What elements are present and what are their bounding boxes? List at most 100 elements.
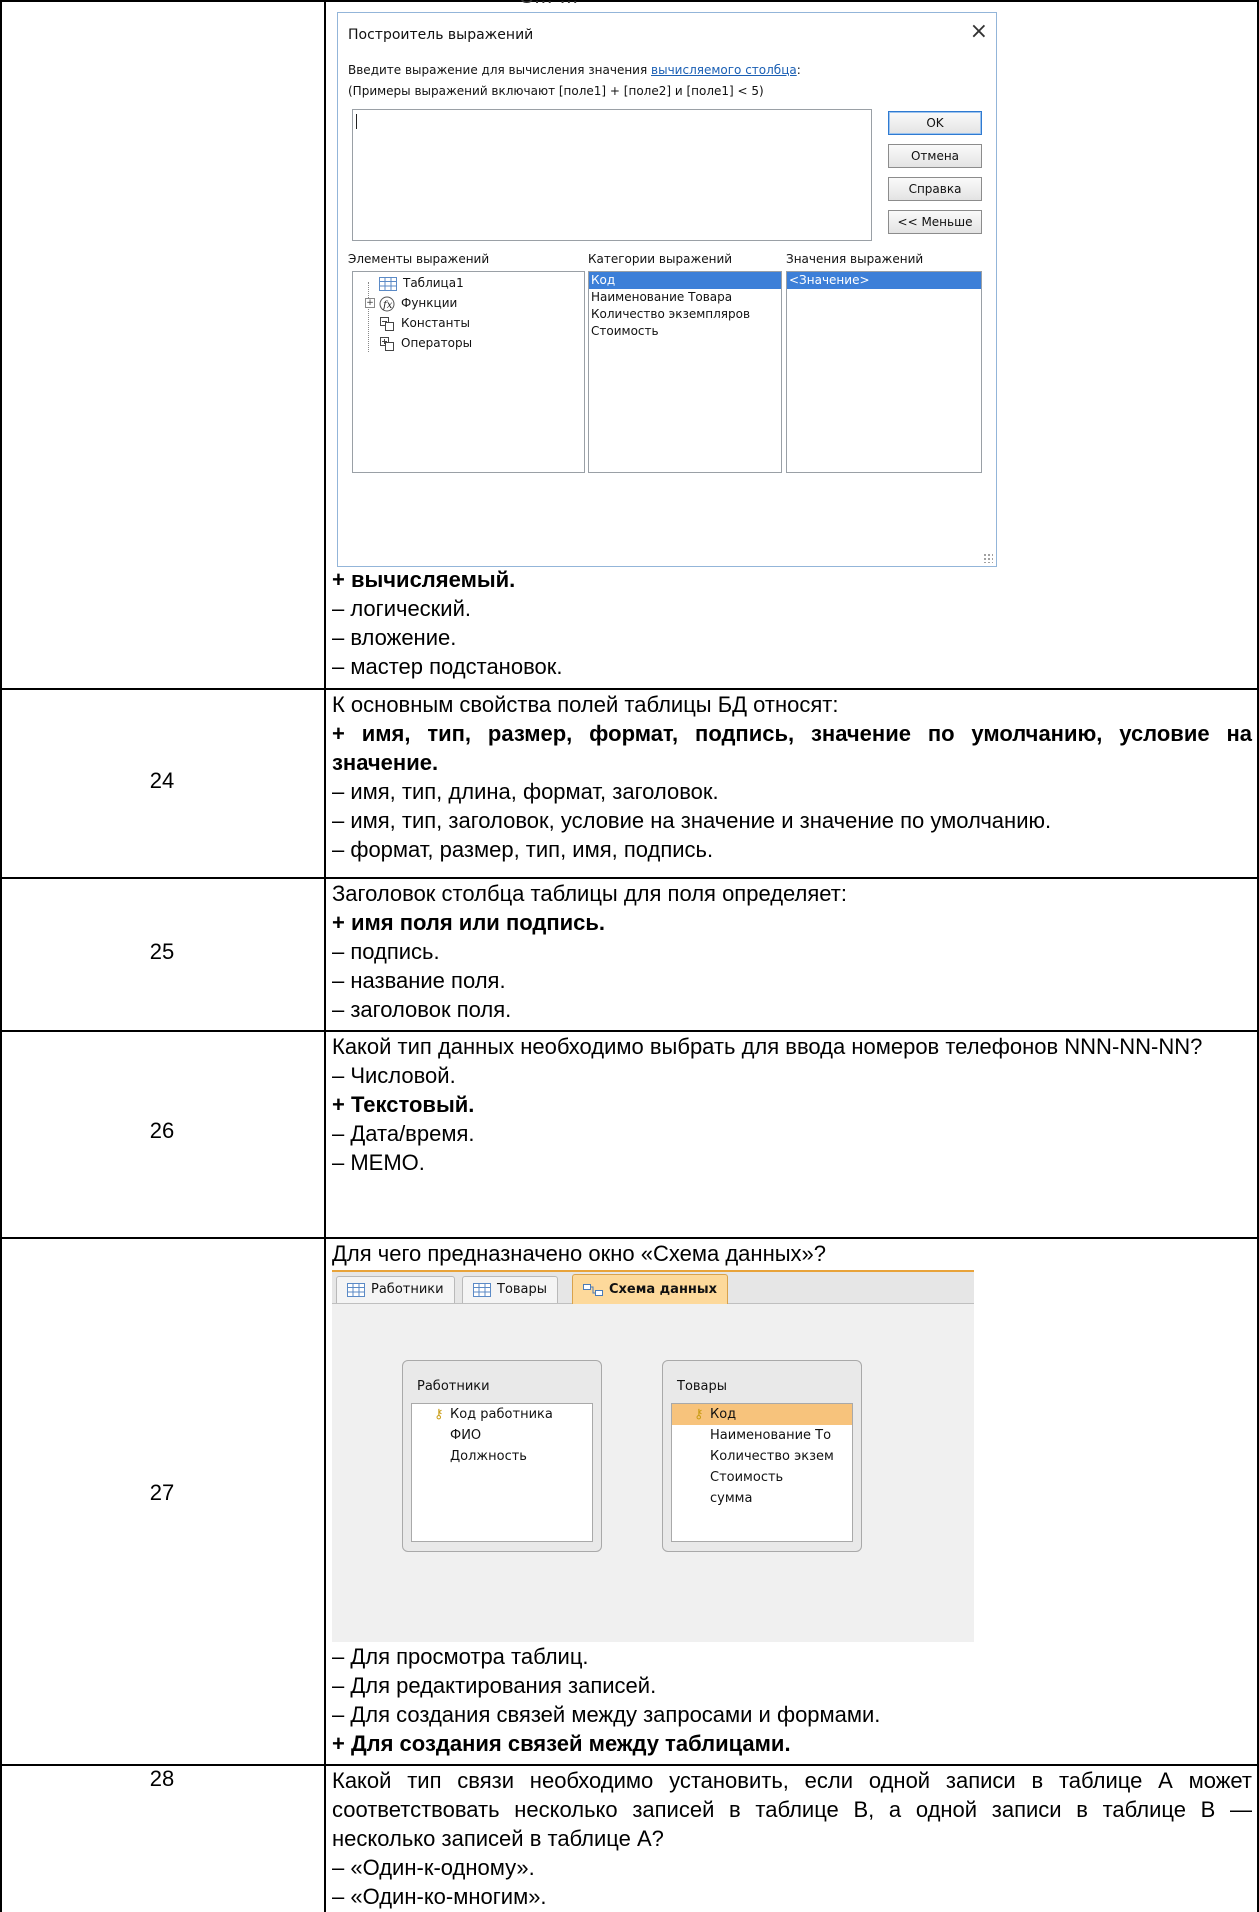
answer-option: – заголовок поля. [332, 997, 512, 1022]
help-button[interactable]: Справка [888, 177, 982, 201]
field-label: Количество экзем [710, 1449, 834, 1464]
cropped-top-text: S… … [520, 0, 579, 9]
field-label: Код работника [450, 1407, 553, 1422]
tree-item-constants[interactable]: Константы [379, 314, 470, 332]
table-box-workers[interactable]: Работники ⚷ Код работника ФИО Должность [402, 1360, 602, 1552]
tree-item-label: Константы [401, 316, 470, 330]
calculated-column-link[interactable]: вычисляемого столбца [651, 63, 797, 77]
tree-item-operators[interactable]: Операторы [379, 334, 472, 352]
answer-option: – подпись. [332, 939, 440, 964]
question-number: 24 [149, 768, 175, 793]
tab-workers[interactable]: Работники [336, 1276, 455, 1303]
values-list[interactable]: <Значение> [786, 271, 982, 473]
correct-answer: + Для создания связей между таблицами. [332, 1731, 791, 1756]
answer-option: – MEMO. [332, 1150, 425, 1175]
table-name: Работники [417, 1379, 490, 1394]
tab-label: Товары [497, 1282, 548, 1297]
row-divider [0, 0, 1259, 2]
q25-cell: Заголовок столбца таблицы для поля опред… [332, 879, 1252, 1024]
q23-options: + вычисляемый. – логический. – вложение.… [332, 565, 1252, 681]
categories-label: Категории выражений [588, 252, 733, 266]
field-row[interactable]: Наименование То [672, 1425, 852, 1446]
category-item[interactable]: Наименование Товара [589, 289, 781, 306]
field-label: сумма [710, 1491, 753, 1506]
question-number: 28 [149, 1766, 175, 1791]
question-number: 27 [149, 1480, 175, 1505]
less-button[interactable]: << Меньше [888, 210, 982, 234]
table-field-list: ⚷ Код Наименование То Количество экзем Ст… [671, 1403, 853, 1542]
dialog-prompt: Введите выражение для вычисления значени… [348, 63, 801, 77]
svg-text:fx: fx [382, 300, 393, 311]
constants-icon [380, 316, 394, 331]
answer-option: – Числовой. [332, 1063, 456, 1088]
answer-option: – «Один-ко-многим». [332, 1884, 547, 1909]
field-row[interactable]: ⚷ Код [672, 1404, 852, 1425]
answer-option: – вложение. [332, 625, 457, 650]
field-row[interactable]: ⚷ Код работника [412, 1404, 592, 1425]
ok-button[interactable]: OK [888, 111, 982, 135]
operators-icon [380, 336, 394, 351]
category-item[interactable]: Количество экземпляров [589, 306, 781, 323]
expression-input[interactable] [352, 109, 872, 241]
tab-label: Работники [371, 1282, 444, 1297]
correct-answer: + имя, тип, размер, формат, подпись, зна… [332, 721, 1252, 775]
cancel-button[interactable]: Отмена [888, 144, 982, 168]
elements-tree[interactable]: Таблица1 + fx Функции Константы Операторы [352, 271, 585, 473]
relationships-icon [583, 1283, 603, 1296]
document-page: S… … Построитель выражений × Введите выр… [0, 0, 1259, 1912]
question-number: 25 [149, 939, 175, 964]
answer-option: – формат, размер, тип, имя, подпись. [332, 837, 714, 862]
field-row[interactable]: Количество экзем [672, 1446, 852, 1467]
value-item[interactable]: <Значение> [787, 272, 981, 289]
table-icon [473, 1282, 491, 1297]
field-row[interactable]: ФИО [412, 1425, 592, 1446]
primary-key-icon: ⚷ [434, 1407, 444, 1422]
q27-question: Для чего предназначено окно «Схема данны… [332, 1239, 1252, 1268]
function-icon: fx [379, 296, 395, 311]
answer-option: – Для просмотра таблиц. [332, 1644, 589, 1669]
answer-option: – мастер подстановок. [332, 654, 563, 679]
category-item[interactable]: Стоимость [589, 323, 781, 340]
q24-cell: К основным свойства полей таблицы БД отн… [332, 690, 1252, 864]
field-row[interactable]: Стоимость [672, 1467, 852, 1488]
resize-grip-icon[interactable] [983, 553, 993, 563]
dialog-hint: (Примеры выражений включают [поле1] + [п… [348, 84, 764, 98]
question-number: 26 [149, 1118, 175, 1143]
question-text: Заголовок столбца таблицы для поля опред… [332, 881, 847, 906]
tree-item-label: Функции [401, 296, 458, 310]
q26-cell: Какой тип данных необходимо выбрать для … [332, 1032, 1252, 1177]
expand-icon[interactable]: + [365, 298, 375, 308]
field-row[interactable]: Должность [412, 1446, 592, 1467]
primary-key-icon: ⚷ [694, 1407, 704, 1422]
q28-cell: Какой тип связи необходимо установить, е… [332, 1766, 1252, 1911]
accent-line [332, 1270, 974, 1272]
tree-item-label: Таблица1 [403, 276, 464, 290]
table-icon [379, 276, 397, 291]
dialog-title: Построитель выражений [348, 27, 534, 43]
answer-option: – имя, тип, заголовок, условие на значен… [332, 808, 1052, 833]
expression-builder-dialog: Построитель выражений × Введите выражени… [337, 12, 997, 567]
categories-list[interactable]: Код Наименование Товара Количество экзем… [588, 271, 782, 473]
question-text: Какой тип данных необходимо выбрать для … [332, 1034, 1203, 1059]
field-label: Код [710, 1407, 737, 1422]
answer-option: – «Один-к-одному». [332, 1855, 535, 1880]
question-text: Для чего предназначено окно «Схема данны… [332, 1241, 827, 1266]
text-caret [356, 114, 357, 129]
tab-schema[interactable]: Схема данных [572, 1274, 729, 1304]
tree-item-table1[interactable]: Таблица1 [379, 274, 464, 292]
tab-goods[interactable]: Товары [462, 1276, 559, 1303]
table-box-goods[interactable]: Товары ⚷ Код Наименование То Количество э… [662, 1360, 862, 1552]
table-column-divider [324, 0, 326, 1912]
relationships-window: Работники Товары Схема данных Работники … [332, 1270, 974, 1642]
values-label: Значения выражений [786, 252, 924, 266]
q27-options: – Для просмотра таблиц. – Для редактиров… [332, 1642, 1252, 1758]
tree-connector [368, 282, 369, 352]
answer-option: – название поля. [332, 968, 506, 993]
tree-item-functions[interactable]: + fx Функции [365, 294, 458, 312]
answer-option: – имя, тип, длина, формат, заголовок. [332, 779, 719, 804]
close-icon[interactable]: × [970, 19, 988, 44]
field-label: Наименование То [710, 1428, 832, 1443]
tab-label: Схема данных [609, 1282, 718, 1297]
field-row[interactable]: сумма [672, 1488, 852, 1509]
category-item[interactable]: Код [589, 272, 781, 289]
